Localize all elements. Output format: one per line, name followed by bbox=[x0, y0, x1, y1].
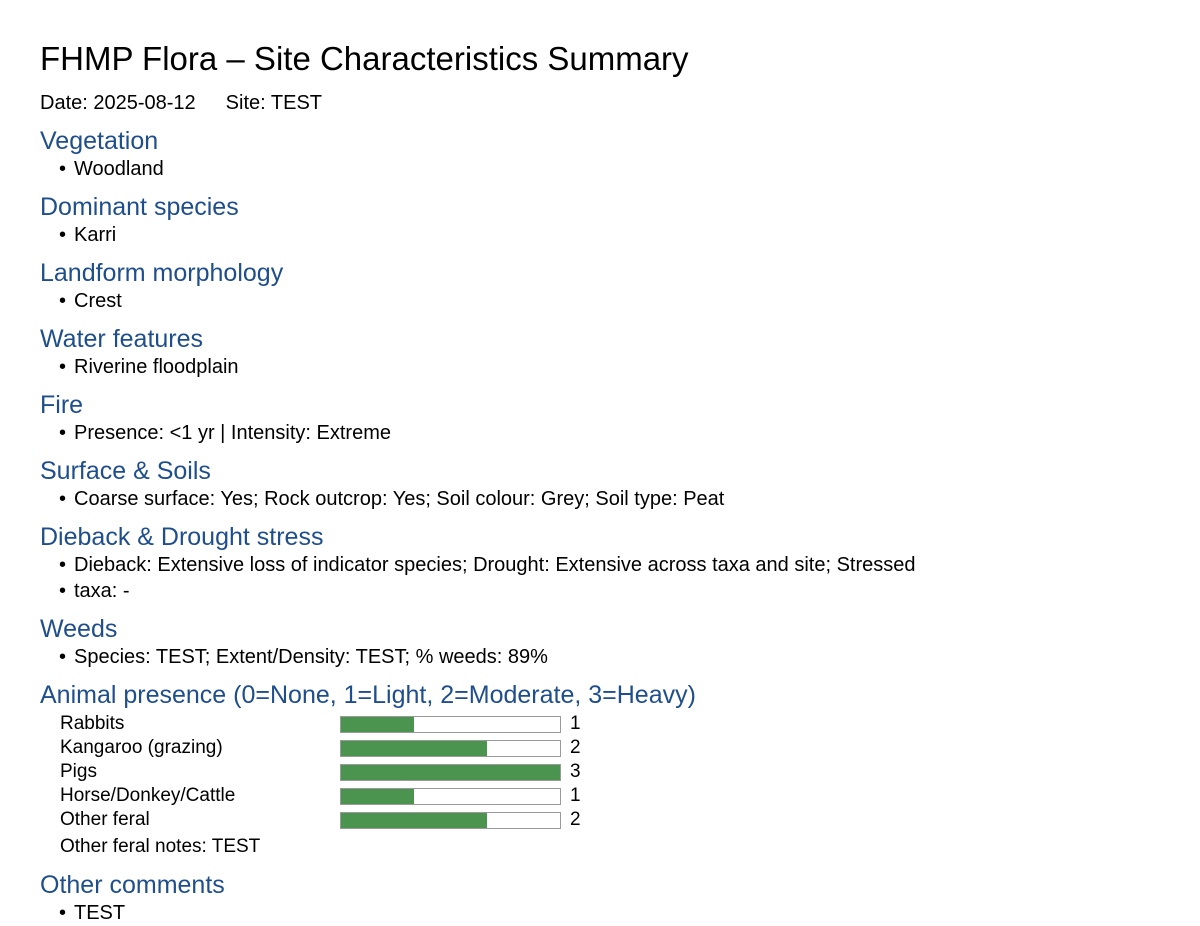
section-heading: Water features bbox=[40, 325, 204, 353]
animal-label: Kangaroo (grazing) bbox=[60, 737, 223, 758]
bullet-item: Species: TEST; Extent/Density: TEST; % w… bbox=[40, 644, 1160, 670]
presence-bar-fill bbox=[341, 741, 487, 756]
section-heading: Dieback & Drought stress bbox=[40, 523, 324, 551]
presence-value: 2 bbox=[570, 737, 581, 758]
section-heading: Dominant species bbox=[40, 193, 239, 221]
presence-value: 3 bbox=[570, 761, 581, 782]
presence-value: 1 bbox=[570, 713, 581, 734]
animal-row: Kangaroo (grazing) 2 bbox=[40, 736, 1160, 760]
presence-bar-track bbox=[340, 812, 561, 829]
presence-bar-track bbox=[340, 740, 561, 757]
animal-label: Pigs bbox=[60, 761, 97, 782]
section-animal-presence: Animal presence (0=None, 1=Light, 2=Mode… bbox=[40, 680, 1160, 860]
animal-row: Rabbits 1 bbox=[40, 712, 1160, 736]
section-dominant-species: Dominant species Karri bbox=[40, 192, 1160, 248]
bullet-item: Presence: <1 yr | Intensity: Extreme bbox=[40, 420, 1160, 446]
report-title: FHMP Flora – Site Characteristics Summar… bbox=[40, 40, 689, 77]
presence-bar-fill bbox=[341, 813, 487, 828]
animal-row: Other feral 2 bbox=[40, 808, 1160, 832]
presence-bar-fill bbox=[341, 765, 560, 780]
bullet-item: Coarse surface: Yes; Rock outcrop: Yes; … bbox=[40, 486, 1160, 512]
section-weeds: Weeds Species: TEST; Extent/Density: TES… bbox=[40, 614, 1160, 670]
section-heading: Vegetation bbox=[40, 127, 159, 155]
bullet-item: TEST bbox=[40, 900, 1160, 926]
presence-value: 1 bbox=[570, 785, 581, 806]
section-surface-soils: Surface & Soils Coarse surface: Yes; Roc… bbox=[40, 456, 1160, 512]
animal-row: Horse/Donkey/Cattle 1 bbox=[40, 784, 1160, 808]
presence-bar-track bbox=[340, 764, 561, 781]
report-site: Site: TEST bbox=[225, 92, 322, 114]
presence-bar-fill bbox=[341, 717, 414, 732]
animal-notes: Other feral notes: TEST bbox=[60, 836, 261, 857]
animal-label: Other feral bbox=[60, 809, 150, 830]
animal-label: Rabbits bbox=[60, 713, 125, 734]
section-heading: Landform morphology bbox=[40, 259, 284, 287]
bullet-item: Woodland bbox=[40, 156, 1160, 182]
presence-bar-fill bbox=[341, 789, 414, 804]
bullet-item: taxa: - bbox=[40, 578, 1160, 604]
animal-presence-table: Rabbits 1 Kangaroo (grazing) 2 Pigs 3 Horse/Do… bbox=[40, 712, 1160, 832]
section-other-comments: Other comments TEST bbox=[40, 870, 1160, 926]
presence-bar-track bbox=[340, 716, 561, 733]
report-date: Date: 2025-08-12 bbox=[40, 92, 196, 114]
section-water-features: Water features Riverine floodplain bbox=[40, 324, 1160, 380]
animal-label: Horse/Donkey/Cattle bbox=[60, 785, 236, 806]
section-heading: Fire bbox=[40, 391, 84, 419]
section-landform: Landform morphology Crest bbox=[40, 258, 1160, 314]
section-heading: Surface & Soils bbox=[40, 457, 211, 485]
section-heading: Other comments bbox=[40, 871, 225, 899]
section-heading: Weeds bbox=[40, 615, 118, 643]
bullet-item: Karri bbox=[40, 222, 1160, 248]
presence-bar-track bbox=[340, 788, 561, 805]
section-vegetation: Vegetation Woodland bbox=[40, 126, 1160, 182]
report-meta: Date: 2025-08-12 Site: TEST bbox=[40, 90, 1160, 116]
section-heading: Animal presence (0=None, 1=Light, 2=Mode… bbox=[40, 681, 696, 709]
report-page: FHMP Flora – Site Characteristics Summar… bbox=[40, 38, 1160, 926]
bullet-item: Riverine floodplain bbox=[40, 354, 1160, 380]
presence-value: 2 bbox=[570, 809, 581, 830]
section-dieback: Dieback & Drought stress Dieback: Extens… bbox=[40, 522, 1160, 604]
bullet-item: Crest bbox=[40, 288, 1160, 314]
bullet-item: Dieback: Extensive loss of indicator spe… bbox=[40, 552, 1160, 578]
section-fire: Fire Presence: <1 yr | Intensity: Extrem… bbox=[40, 390, 1160, 446]
animal-row: Pigs 3 bbox=[40, 760, 1160, 784]
